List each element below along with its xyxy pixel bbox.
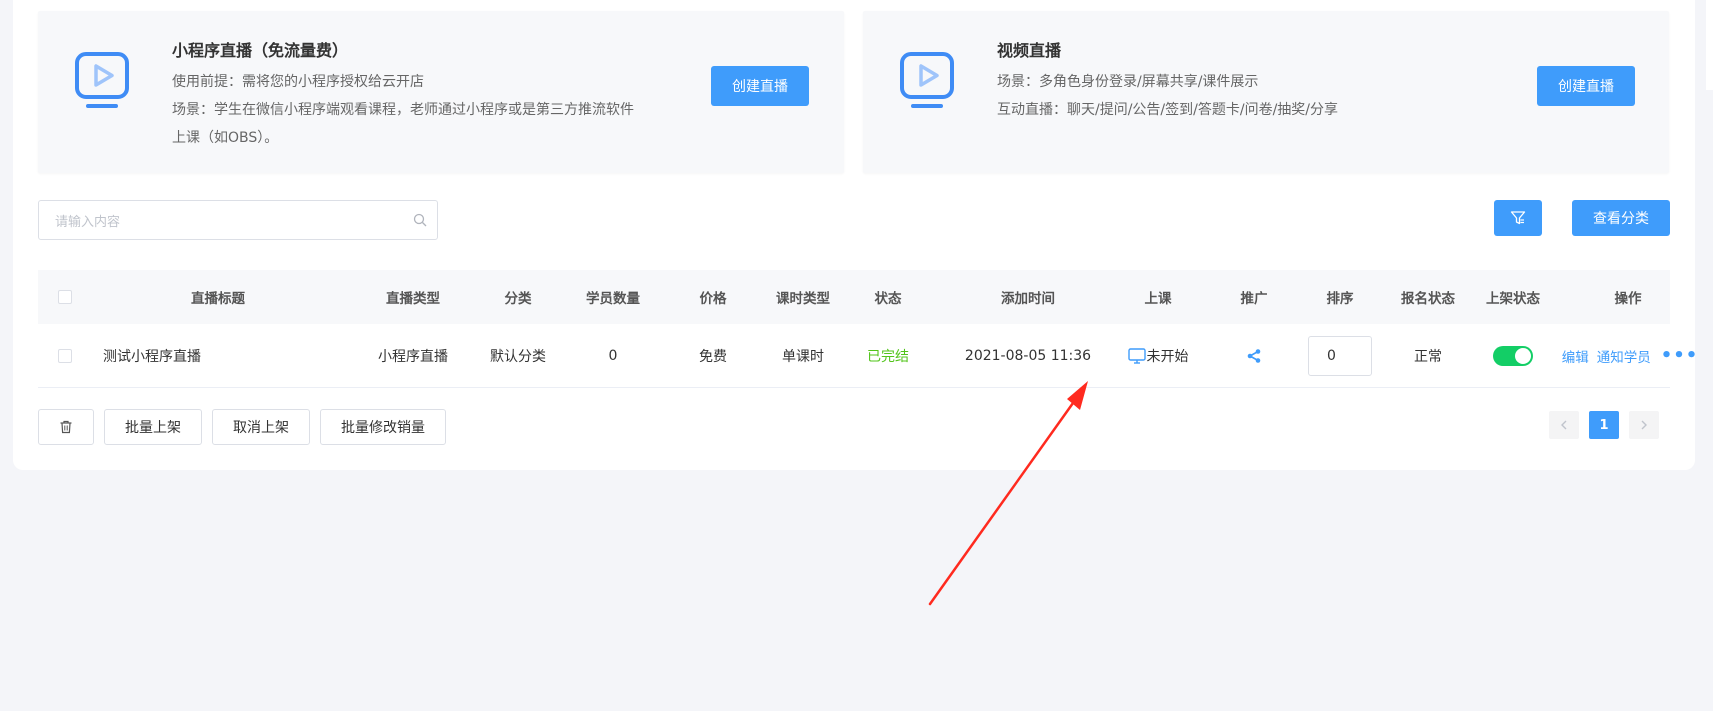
row-select-cell [58,324,72,387]
row-signup-status: 正常 [1414,348,1442,365]
live-video-icon [900,52,954,108]
filter-icon [1510,211,1526,225]
row-checkbox[interactable] [58,348,72,363]
header-promote: 推广 [1240,291,1268,307]
class-status-label: 未开始 [1146,348,1189,365]
header-status: 状态 [874,291,902,307]
header-class: 上课 [1144,291,1172,307]
select-all-checkbox[interactable] [58,290,72,304]
row-lesson-type: 单课时 [782,348,824,365]
edit-link[interactable]: 编辑 [1562,346,1589,366]
card-scene: 场景：学生在微信小程序端观看课程，老师通过小程序或是第三方推流软件 [172,102,634,118]
row-shelf-cell [1468,324,1558,387]
monitor-icon [1127,347,1146,364]
row-actions: 编辑 通知学员 ••• [1548,324,1708,387]
header-added-time: 添加时间 [1001,291,1055,307]
row-students: 0 [608,347,618,364]
header-sort: 排序 [1326,291,1354,307]
header-price: 价格 [699,291,727,307]
header-signup-status: 报名状态 [1401,291,1455,307]
row-sort-cell: 0 [1300,324,1380,387]
header-type: 直播类型 [386,291,440,307]
cancel-shelf-button[interactable]: 取消上架 [212,409,310,445]
search-icon[interactable] [413,213,427,227]
card-precondition: 使用前提：需将您的小程序授权给云开店 [172,74,424,90]
card-title: 视频直播 [997,41,1062,60]
header-title: 直播标题 [191,291,245,307]
card-scene-cont: 上课（如OBS）。 [172,130,279,146]
card-interaction: 互动直播：聊天/提问/公告/签到/答题卡/问卷/抽奖/分享 [997,102,1339,118]
bulk-on-shelf-button[interactable]: 批量上架 [104,409,202,445]
live-video-icon [75,52,129,108]
row-price: 免费 [699,348,727,365]
create-live-button[interactable]: 创建直播 [711,66,809,106]
header-actions: 操作 [1614,291,1642,307]
select-all-cell [58,270,72,324]
more-icon[interactable]: ••• [1661,345,1699,366]
notify-students-link[interactable]: 通知学员 [1597,346,1651,366]
row-promote-cell [1214,324,1294,387]
search-placeholder: 请输入内容 [55,214,121,230]
row-added-time: 2021-08-05 11:36 [964,347,1092,364]
header-lesson-type: 课时类型 [776,291,830,307]
card-scene: 场景：多角色身份登录/屏幕共享/课件展示 [997,74,1259,90]
header-category: 分类 [504,291,532,307]
row-category: 默认分类 [490,348,546,365]
row-title: 测试小程序直播 [103,348,201,365]
search-input[interactable]: 请输入内容 [38,200,438,240]
table-row: 测试小程序直播 小程序直播 默认分类 0 免费 单课时 已完结 2021-08-… [38,324,1697,388]
page-number-current[interactable]: 1 [1589,411,1619,439]
bulk-edit-sales-button[interactable]: 批量修改销量 [320,409,446,445]
video-live-card: 视频直播 场景：多角色身份登录/屏幕共享/课件展示 互动直播：聊天/提问/公告/… [863,11,1669,173]
shelf-toggle[interactable] [1493,345,1533,366]
scrollbar-edge [1706,0,1713,90]
view-category-button[interactable]: 查看分类 [1572,200,1670,236]
delete-button[interactable] [38,409,94,445]
prev-page-button[interactable] [1549,411,1579,439]
row-status: 已完结 [867,348,909,365]
trash-icon [60,420,72,434]
header-students: 学员数量 [586,291,640,307]
row-type: 小程序直播 [378,348,448,365]
create-live-button[interactable]: 创建直播 [1537,66,1635,106]
filter-button[interactable] [1494,200,1542,236]
sort-input[interactable]: 0 [1308,335,1372,376]
chevron-right-icon [1641,420,1647,430]
row-class-cell[interactable]: 未开始 [1113,324,1203,387]
mini-program-live-card: 小程序直播（免流量费） 使用前提：需将您的小程序授权给云开店 场景：学生在微信小… [38,11,844,173]
table-header: 直播标题 直播类型 分类 学员数量 价格 课时类型 状态 添加时间 上课 推广 … [38,270,1670,324]
header-shelf-status: 上架状态 [1486,291,1540,307]
card-title: 小程序直播（免流量费） [172,41,349,60]
share-icon[interactable] [1246,348,1262,364]
next-page-button[interactable] [1629,411,1659,439]
chevron-left-icon [1561,420,1567,430]
